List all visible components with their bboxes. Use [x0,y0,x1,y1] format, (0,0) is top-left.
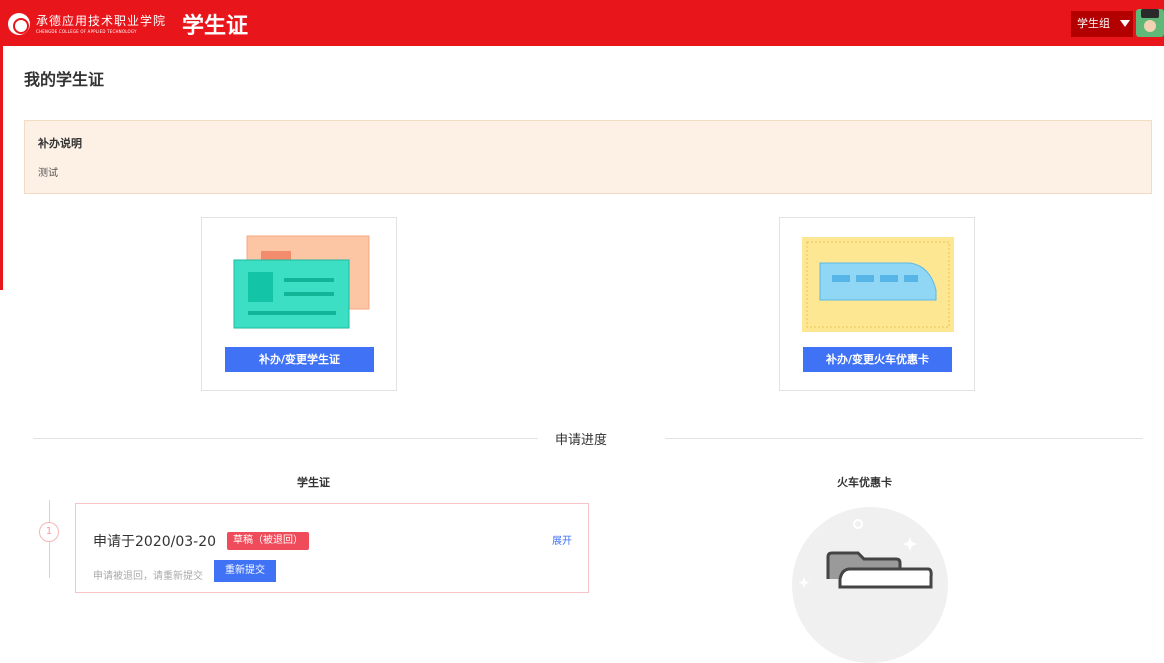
timeline-line [49,542,50,578]
divider-right [665,438,1143,439]
empty-state [792,507,948,663]
timeline-step-number: 1 [39,522,59,542]
college-name-en: CHENGDE COLLEGE OF APPLIED TECHNOLOGY [36,29,137,34]
notice-panel: 补办说明 测试 [24,120,1152,194]
replace-train-card-button[interactable]: 补办/变更火车优惠卡 [803,347,952,372]
resubmit-button[interactable]: 重新提交 [214,560,276,582]
rejection-message: 申请被退回，请重新提交 [93,571,203,582]
replace-student-id-button[interactable]: 补办/变更学生证 [225,347,374,372]
train-card-illustration [802,237,954,332]
student-id-card-option[interactable]: 补办/变更学生证 [201,217,397,391]
user-role-label: 学生组 [1077,17,1110,30]
page-title: 我的学生证 [24,70,105,89]
expand-link[interactable]: 展开 [552,532,572,547]
id-card-illustration [233,235,370,329]
application-card: 申请于2020/03-20 草稿（被退回） 展开 申请被退回，请重新提交 重新提… [75,503,589,593]
status-badge: 草稿（被退回） [227,532,309,550]
empty-folder-icon [798,519,933,589]
left-edge-accent [0,46,3,290]
notice-title: 补办说明 [38,137,82,150]
college-seal-icon [8,13,30,35]
notice-body: 测试 [38,168,58,179]
app-title: 学生证 [182,14,249,39]
progress-section-title: 申请进度 [555,433,608,448]
divider-left [33,438,538,439]
student-id-column-title: 学生证 [297,476,330,489]
top-bar: 承德应用技术职业学院 CHENGDE COLLEGE OF APPLIED TE… [0,0,1164,46]
avatar[interactable] [1136,9,1164,37]
train-card-column-title: 火车优惠卡 [837,476,892,489]
caret-down-icon[interactable] [1120,20,1130,27]
train-card-option[interactable]: 补办/变更火车优惠卡 [779,217,975,391]
college-name-cn: 承德应用技术职业学院 [36,14,167,28]
application-date: 申请于2020/03-20 [93,534,217,550]
timeline-line [49,500,50,522]
